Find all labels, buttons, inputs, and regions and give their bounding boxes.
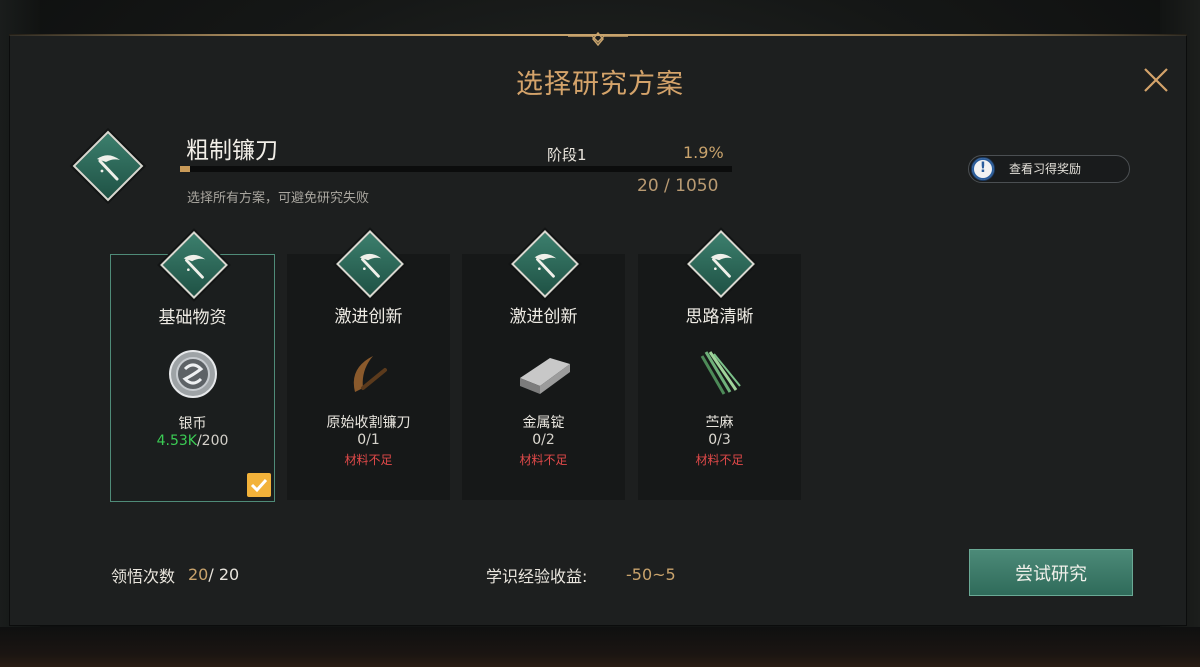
try-research-button[interactable]: 尝试研究 (969, 549, 1133, 596)
item-name: 原始收割镰刀 (326, 415, 411, 431)
dialog-title: 选择研究方案 (516, 69, 684, 100)
ramie-icon (700, 351, 741, 395)
plan-card-radical-innovation-1[interactable]: 激进创新 原始收割镰刀 0/1 材料不足 (287, 230, 450, 500)
checkmark-icon (250, 478, 268, 493)
close-icon[interactable] (1140, 64, 1172, 96)
attempts-value: 20/ 20 (188, 565, 239, 584)
attempts-label: 领悟次数 (111, 567, 176, 586)
metal-ingot-icon (519, 358, 570, 394)
plan-card-radical-innovation-2[interactable]: 激进创新 金属锭 0/2 材料不足 (462, 230, 625, 500)
research-name: 粗制镰刀 (186, 138, 278, 164)
plan-title: 激进创新 (334, 307, 403, 327)
item-quantity: 0/2 (462, 432, 625, 448)
scythe-icon (710, 253, 733, 278)
item-have: 0 (357, 432, 367, 448)
progress-percent: 1.9% (683, 143, 724, 162)
stage-label: 阶段1 (547, 146, 587, 164)
item-need: /3 (717, 432, 731, 448)
scythe-icon (183, 254, 206, 279)
scythe-icon (534, 253, 557, 278)
plan-title: 激进创新 (509, 307, 578, 327)
scythe-icon (97, 155, 120, 181)
view-rewards-button[interactable]: ! 查看习得奖励 (968, 155, 1130, 183)
item-name: 苎麻 (705, 415, 734, 431)
insufficient-warning: 材料不足 (695, 453, 744, 467)
item-have: 0 (708, 432, 718, 448)
insufficient-warning: 材料不足 (344, 453, 393, 467)
item-need: /2 (541, 432, 555, 448)
backdrop-bottom (0, 627, 1200, 667)
item-need: /1 (366, 432, 380, 448)
plan-title: 基础物资 (158, 308, 227, 328)
plan-title: 思路清晰 (685, 307, 754, 327)
item-quantity: 4.53K/200 (111, 433, 274, 449)
item-need: /200 (196, 433, 229, 449)
research-progress-fill (180, 166, 191, 172)
sickle-icon (353, 356, 387, 392)
item-have: 4.53K (156, 433, 197, 449)
item-name: 银币 (178, 416, 207, 432)
exp-label: 学识经验收益: (486, 567, 588, 586)
plan-card-clear-thinking[interactable]: 思路清晰 苎麻 0/3 材料不足 (638, 230, 801, 500)
exp-value: -50~5 (626, 565, 676, 584)
item-name: 金属锭 (522, 415, 565, 431)
research-hint: 选择所有方案，可避免研究失败 (187, 191, 370, 206)
plan-card-basic-materials[interactable]: 基础物资 银币 4.53K/200 (110, 231, 275, 502)
silver-coin-icon (168, 350, 217, 398)
attempts-total: / 20 (208, 565, 240, 584)
view-rewards-label: 查看习得奖励 (1009, 162, 1082, 176)
item-quantity: 0/3 (638, 432, 801, 448)
progress-count: 20 / 1050 (637, 176, 719, 196)
research-progress-bar (180, 166, 732, 172)
insufficient-warning: 材料不足 (519, 453, 568, 467)
info-icon: ! (971, 157, 995, 181)
attempts-current: 20 (188, 565, 209, 584)
scythe-icon (359, 253, 382, 278)
item-quantity: 0/1 (287, 432, 450, 448)
ornament-icon (568, 31, 628, 47)
item-have: 0 (532, 432, 542, 448)
selected-checkbox[interactable] (247, 473, 271, 497)
